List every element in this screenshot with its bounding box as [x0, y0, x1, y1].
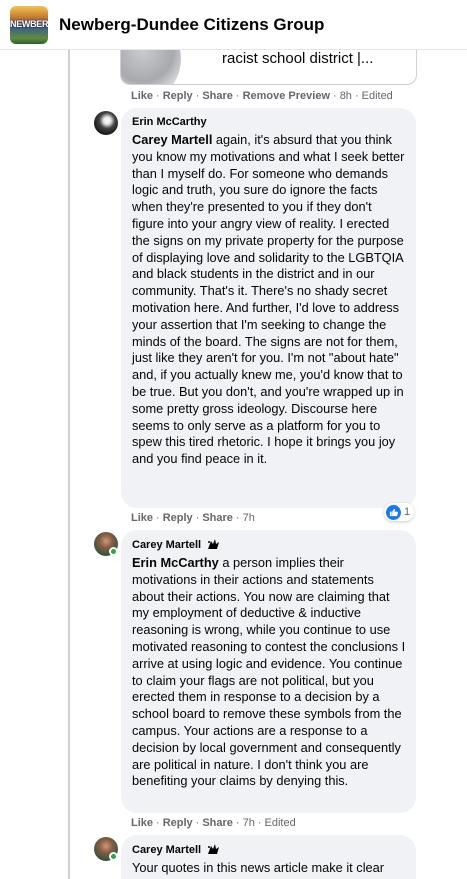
share-link[interactable]: Share	[202, 90, 233, 102]
comment-text: Erin McCarthy a person implies their mot…	[132, 555, 406, 790]
comment-text: Your quotes in this news article make it…	[132, 860, 406, 877]
edited-label: Edited	[264, 817, 296, 829]
avatar[interactable]	[94, 111, 118, 135]
comment-bubble: Erin McCarthy Carey Martell again, it's …	[121, 108, 416, 508]
online-status-dot	[109, 852, 118, 861]
fan-badge-icon[interactable]	[206, 538, 221, 551]
comment-actions: Like · Reply · Share · Remove Preview · 8h · …	[131, 90, 393, 102]
group-header: NEWBERG Newberg-Dundee Citizens Group	[0, 0, 467, 50]
edited-label: Edited	[361, 90, 393, 102]
comment-body: a person implies their motivations in th…	[132, 555, 406, 789]
mention-link[interactable]: Erin McCarthy	[132, 555, 219, 570]
comment-bubble: Carey Martell Your quotes in this news a…	[121, 835, 416, 879]
comment-bubble: Carey Martell Erin McCarthy a person imp…	[121, 530, 416, 813]
group-logo-text: NEWBERG	[10, 18, 48, 29]
reply-link[interactable]: Reply	[163, 512, 193, 524]
remove-preview-link[interactable]: Remove Preview	[243, 90, 330, 102]
timestamp[interactable]: 7h	[243, 512, 255, 524]
comment-author[interactable]: Carey Martell	[132, 539, 201, 551]
group-logo[interactable]: NEWBERG	[10, 5, 48, 44]
timestamp[interactable]: 7h	[243, 817, 255, 829]
reply-link[interactable]: Reply	[163, 817, 193, 829]
mention-link[interactable]: Carey Martell	[132, 132, 212, 147]
reaction-count: 1	[404, 506, 411, 518]
comment-actions: Like · Reply · Share · 7h	[131, 512, 255, 524]
comment-author-row: Carey Martell	[132, 538, 406, 551]
comment-author[interactable]: Erin McCarthy	[132, 116, 406, 128]
timestamp[interactable]: 8h	[340, 90, 352, 102]
like-link[interactable]: Like	[131, 512, 153, 524]
comment-author-row: Carey Martell	[132, 843, 406, 856]
thread-line	[68, 50, 70, 879]
fan-badge-icon[interactable]	[206, 843, 221, 856]
group-name[interactable]: Newberg-Dundee Citizens Group	[59, 15, 324, 35]
reply-link[interactable]: Reply	[163, 90, 193, 102]
reaction-summary[interactable]: 1	[384, 503, 415, 521]
comment-text: Carey Martell again, it's absurd that yo…	[132, 132, 406, 468]
like-icon	[386, 504, 401, 520]
online-status-dot	[109, 547, 118, 556]
like-link[interactable]: Like	[131, 90, 153, 102]
share-link[interactable]: Share	[202, 512, 233, 524]
comment-body: again, it's absurd that you think you kn…	[132, 132, 405, 467]
like-link[interactable]: Like	[131, 817, 153, 829]
comment-author[interactable]: Carey Martell	[132, 844, 201, 856]
comment-actions: Like · Reply · Share · 7h · Edited	[131, 817, 296, 829]
share-link[interactable]: Share	[202, 817, 233, 829]
comment-body: Your quotes in this news article make it…	[132, 860, 385, 875]
link-preview-title: racist school district |...	[222, 50, 374, 67]
